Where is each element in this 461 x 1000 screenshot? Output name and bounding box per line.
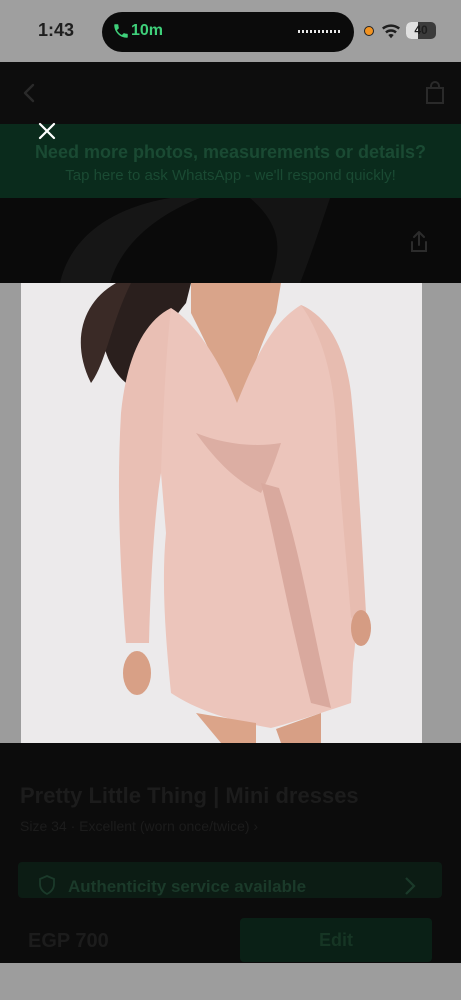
mic-indicator-icon xyxy=(364,26,374,36)
phone-icon xyxy=(114,24,128,38)
share-icon[interactable] xyxy=(408,230,430,254)
photo-gallery-top xyxy=(0,198,461,283)
close-icon[interactable] xyxy=(38,122,56,140)
hair-shadow xyxy=(60,198,330,283)
audio-waveform xyxy=(298,30,340,33)
battery-percent: 40 xyxy=(414,23,428,37)
product-title: Pretty Little Thing | Mini dresses xyxy=(20,783,359,808)
product-size-condition[interactable]: Size 34 · Excellent (worn once/twice) › xyxy=(20,818,258,834)
bottom-safe-area xyxy=(0,963,461,1000)
dress-photo xyxy=(21,283,422,743)
product-image[interactable] xyxy=(21,283,422,743)
app-header xyxy=(0,62,461,124)
shopping-bag-icon[interactable] xyxy=(424,80,446,106)
banner-subtitle: Tap here to ask WhatsApp - we'll respond… xyxy=(65,167,396,184)
chevron-right-icon xyxy=(405,877,416,895)
back-arrow-icon[interactable] xyxy=(22,82,36,104)
wifi-icon xyxy=(382,24,400,39)
call-duration: 10m xyxy=(131,22,164,39)
authenticity-label: Authenticity service available xyxy=(68,877,307,896)
status-time: 1:43 xyxy=(38,20,75,40)
product-price: EGP 700 xyxy=(28,930,109,952)
shield-icon xyxy=(39,875,55,895)
battery-icon: 40 xyxy=(406,22,436,39)
banner-title: Need more photos, measurements or detail… xyxy=(34,142,427,162)
edit-button-label: Edit xyxy=(319,930,353,950)
